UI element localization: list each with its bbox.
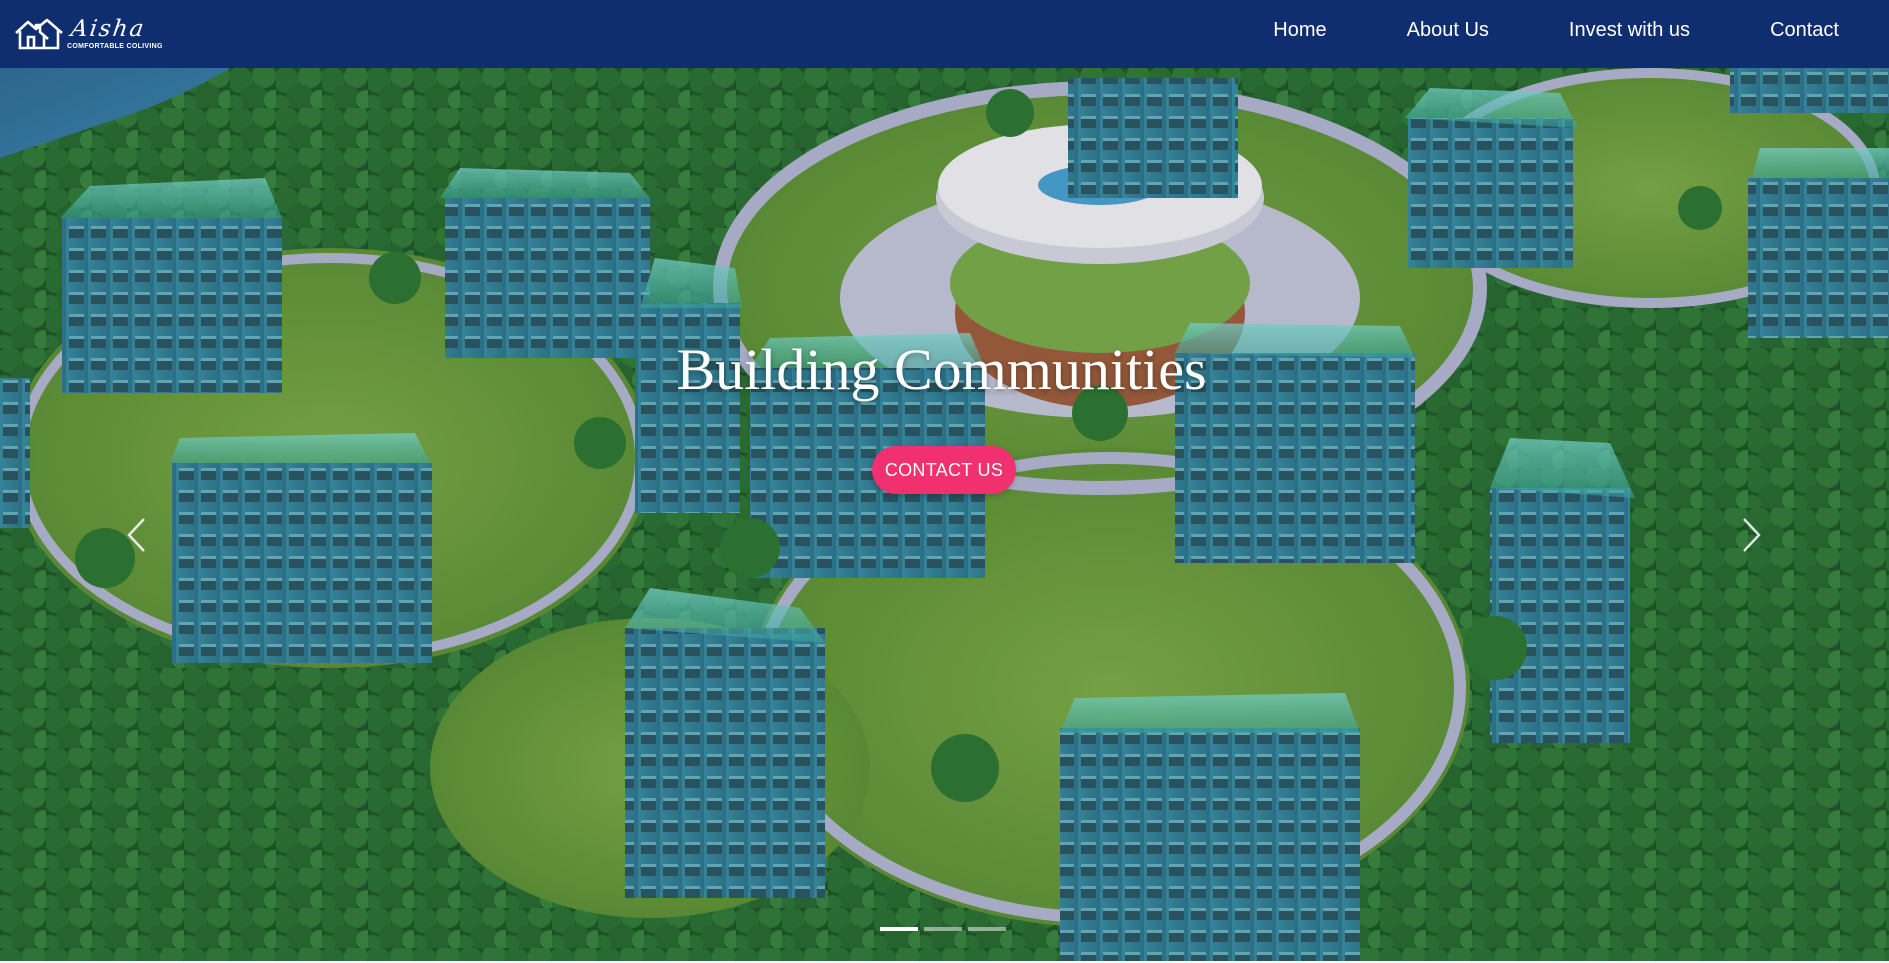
nav-about-link[interactable]: About Us: [1407, 19, 1489, 42]
carousel-next-button[interactable]: [1732, 500, 1772, 570]
carousel-indicators: [880, 927, 1006, 931]
hero-carousel: Building Communities CONTACT US: [0, 68, 1889, 961]
brand-tagline: COMFORTABLE COLIVING: [67, 43, 163, 50]
chevron-right-icon: [1743, 518, 1761, 552]
nav-invest-link[interactable]: Invest with us: [1569, 19, 1690, 42]
nav-menu: Home About Us Invest with us Contact: [1273, 0, 1839, 60]
chevron-left-icon: [127, 518, 145, 552]
carousel-indicator-1[interactable]: [880, 927, 918, 931]
brand-name: Aisha: [69, 16, 148, 42]
brand-text: Aisha COMFORTABLE COLIVING: [67, 16, 163, 50]
carousel-prev-button[interactable]: [116, 500, 156, 570]
carousel-indicator-3[interactable]: [968, 927, 1006, 931]
brand-logo[interactable]: Aisha COMFORTABLE COLIVING: [14, 10, 163, 58]
nav-contact-link[interactable]: Contact: [1770, 19, 1839, 42]
carousel-indicator-2[interactable]: [924, 927, 962, 931]
hero-heading: Building Communities: [676, 337, 1207, 402]
navbar: Aisha COMFORTABLE COLIVING Home About Us…: [0, 0, 1889, 68]
house-icon: [15, 18, 63, 50]
nav-home-link[interactable]: Home: [1273, 19, 1326, 42]
contact-us-button[interactable]: CONTACT US: [872, 446, 1016, 494]
hero-overlay: [0, 68, 1889, 961]
